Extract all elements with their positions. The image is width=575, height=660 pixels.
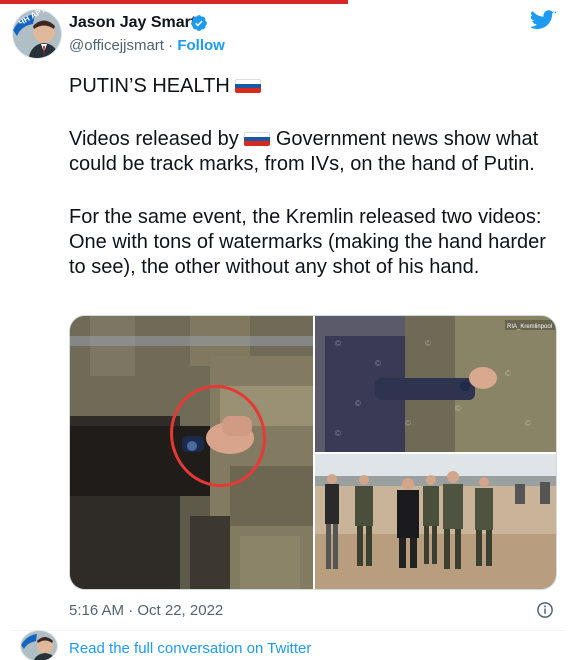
author-avatar[interactable]: ЧН АРТ [12, 9, 62, 59]
svg-text:©: © [335, 339, 341, 348]
svg-text:©: © [335, 429, 341, 438]
author-handle[interactable]: @officejjsmart [69, 37, 164, 54]
tweet-timestamp[interactable]: 5:16 AM · Oct 22, 2022 [69, 602, 223, 619]
russia-flag-icon [244, 132, 271, 146]
author-name[interactable]: Jason Jay Smart [69, 14, 196, 32]
handle-row: @officejjsmart · Follow [69, 37, 225, 54]
svg-text:©: © [505, 369, 511, 378]
svg-text:©: © [425, 339, 431, 348]
tweet-paragraph-3: For the same event, the Kremlin released… [69, 206, 546, 278]
watermark-label: RIA_Kremlinpool [507, 324, 552, 330]
tweet-headline: PUTIN’S HEALTH [69, 75, 230, 97]
twitter-bird-icon[interactable] [531, 10, 557, 32]
top-accent-bar [0, 0, 348, 4]
photo-hand-closeup[interactable] [70, 316, 313, 590]
russia-flag-icon [235, 79, 262, 93]
info-icon[interactable] [536, 601, 554, 619]
tweet-p2-before: Videos released by [69, 128, 239, 150]
author-avatar-small[interactable] [20, 630, 58, 660]
svg-text:©: © [525, 419, 531, 428]
svg-text:©: © [405, 419, 411, 428]
footer-divider [12, 630, 564, 631]
tweet-media-grid: © © © © © © © © © RIA_Kremlinpool [69, 315, 557, 590]
svg-text:©: © [455, 404, 461, 413]
handle-separator: · [163, 37, 178, 54]
svg-text:©: © [355, 399, 361, 408]
tweet-paragraph-2: Videos released by Government news show … [69, 127, 564, 177]
svg-text:©: © [375, 359, 381, 368]
tweet-line-1: PUTIN’S HEALTH [69, 74, 564, 99]
embedded-tweet-card: ЧН АРТ Jason Jay Smart @officejjsmart · … [0, 0, 575, 660]
photo-group-walking[interactable] [315, 454, 557, 590]
verified-badge-icon [191, 15, 207, 31]
photo-hand-watermarked[interactable]: © © © © © © © © © RIA_Kremlinpool [315, 316, 557, 452]
read-conversation-link[interactable]: Read the full conversation on Twitter [69, 640, 311, 657]
follow-link[interactable]: Follow [177, 37, 225, 54]
